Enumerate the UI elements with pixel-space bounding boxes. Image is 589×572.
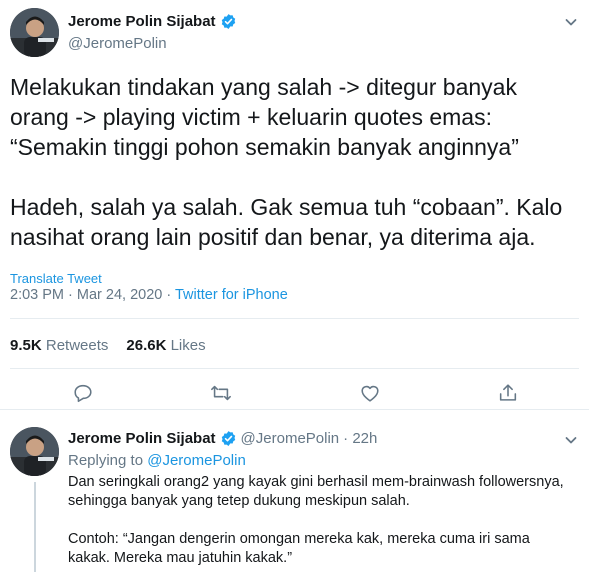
thread-connector-line: [34, 482, 36, 572]
tweet-text-line: “Semakin tinggi pohon semakin banyak ang…: [10, 134, 519, 160]
likes-label: Likes: [170, 337, 206, 354]
reply-time-ago[interactable]: · 22h: [343, 430, 377, 447]
tweet-text-line: orang -> playing victim + keluarin quote…: [10, 104, 492, 130]
reply-text-line: kakak. Mereka mau jatuhin kakak.”: [68, 550, 293, 566]
reply-text-line: Dan seringkali orang2 yang kayak gini be…: [68, 474, 564, 490]
tweet-actions: [0, 378, 589, 410]
likes-count: 26.6K: [126, 337, 167, 354]
reply-text-line: Contoh: “Jangan dengerin omongan mereka …: [68, 531, 530, 547]
author-display-name[interactable]: Jerome Polin Sijabat: [68, 13, 237, 30]
tweet-timestamp[interactable]: 2:03 PM · Mar 24, 2020 ·: [10, 287, 171, 303]
tweet-meta: 2:03 PM · Mar 24, 2020 · Twitter for iPh…: [10, 287, 288, 303]
replying-to-label: Replying to: [68, 452, 144, 469]
reply-header: Jerome Polin Sijabat @JeromePolin · 22h: [68, 430, 377, 447]
reply-button[interactable]: [72, 382, 96, 406]
like-icon: [361, 385, 379, 402]
replying-to: Replying to @JeromePolin: [68, 452, 246, 469]
reply-text-line: sehingga banyak yang tetep dukung meskip…: [68, 493, 410, 509]
retweets-stat[interactable]: 9.5K Retweets: [10, 337, 108, 354]
author-avatar[interactable]: [10, 8, 59, 57]
reply-icon: [74, 384, 92, 403]
author-display-name-text: Jerome Polin Sijabat: [68, 13, 216, 30]
likes-stat[interactable]: 26.6K Likes: [126, 337, 205, 354]
avatar-photo: [10, 8, 59, 57]
divider: [10, 318, 579, 319]
share-icon: [499, 384, 517, 401]
replying-to-handle-link[interactable]: @JeromePolin: [147, 452, 246, 469]
tweet-text-line: Hadeh, salah ya salah. Gak semua tuh “co…: [10, 194, 563, 220]
reply-author-avatar[interactable]: [10, 427, 59, 476]
retweet-icon: [211, 385, 231, 401]
reply-tweet-text: Dan seringkali orang2 yang kayak gini be…: [68, 473, 583, 568]
author-handle[interactable]: @JeromePolin: [68, 35, 237, 52]
verified-badge-icon: [220, 430, 237, 447]
chevron-down-icon[interactable]: [563, 14, 579, 30]
reply-author-display-name-text: Jerome Polin Sijabat: [68, 430, 216, 447]
like-button[interactable]: [359, 382, 383, 406]
tweet-text: Melakukan tindakan yang salah -> ditegur…: [10, 72, 580, 252]
reply-author-handle[interactable]: @JeromePolin: [241, 430, 340, 447]
verified-badge-icon: [220, 13, 237, 30]
retweet-button[interactable]: [210, 382, 234, 406]
main-tweet: Jerome Polin Sijabat @JeromePolin Melaku…: [0, 0, 589, 410]
chevron-down-icon[interactable]: [563, 432, 579, 448]
divider: [10, 368, 579, 369]
author-name-block: Jerome Polin Sijabat @JeromePolin: [68, 13, 237, 52]
tweet-stats: 9.5K Retweets 26.6K Likes: [10, 337, 206, 354]
share-button[interactable]: [497, 382, 521, 406]
tweet-text-line: Melakukan tindakan yang salah -> ditegur…: [10, 74, 517, 100]
tweet-source-link[interactable]: Twitter for iPhone: [175, 287, 288, 303]
tweet-text-line: nasihat orang lain positif dan benar, ya…: [10, 224, 536, 250]
translate-tweet-link[interactable]: Translate Tweet: [10, 271, 102, 286]
retweets-label: Retweets: [45, 337, 109, 354]
avatar-photo: [10, 427, 59, 476]
reply-author-display-name[interactable]: Jerome Polin Sijabat: [68, 430, 237, 447]
retweets-count: 9.5K: [10, 337, 42, 354]
